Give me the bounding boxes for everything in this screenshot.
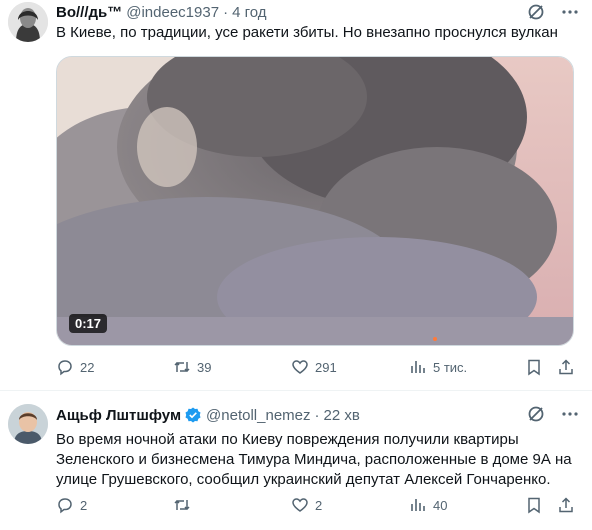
timestamp[interactable]: 22 хв (324, 407, 360, 424)
more-icon[interactable] (560, 404, 580, 424)
repost-count: 39 (197, 359, 212, 375)
avatar[interactable] (8, 2, 48, 42)
author-handle[interactable]: @netoll_nemez (206, 407, 310, 424)
top-actions (526, 2, 580, 22)
secondary-actions (525, 496, 575, 514)
separator: · (223, 3, 229, 21)
views-button[interactable]: 5 тис. (409, 358, 467, 376)
top-actions (526, 404, 580, 424)
share-icon[interactable] (557, 496, 575, 514)
separator: · (314, 406, 320, 424)
grok-icon[interactable] (526, 404, 546, 424)
action-bar: 2 2 40 (56, 496, 576, 516)
reply-button[interactable]: 2 (56, 496, 87, 514)
reply-count: 2 (80, 497, 88, 513)
repost-button[interactable] (173, 496, 197, 514)
share-icon[interactable] (557, 358, 575, 376)
like-count: 291 (315, 359, 337, 375)
views-count: 40 (433, 497, 448, 513)
more-icon[interactable] (560, 2, 580, 22)
heart-icon (292, 360, 308, 374)
repost-icon (174, 361, 190, 373)
views-button[interactable]: 40 (409, 496, 447, 514)
views-count: 5 тис. (433, 359, 468, 375)
secondary-actions (525, 358, 575, 376)
grok-icon[interactable] (526, 2, 546, 22)
video-duration: 0:17 (69, 314, 108, 333)
author-name[interactable]: Ащьф Лштшфум (56, 407, 181, 424)
tweet-header: Во///дь™ @indeec1937 · 4 год (56, 2, 266, 22)
avatar[interactable] (8, 404, 48, 444)
timestamp[interactable]: 4 год (232, 4, 266, 21)
views-icon (411, 499, 425, 511)
like-button[interactable]: 291 (291, 358, 337, 376)
bookmark-icon[interactable] (525, 496, 543, 514)
like-count: 2 (315, 497, 323, 513)
tweet-text: В Киеве, по традиции, усе ракети збиты. … (56, 24, 558, 41)
reply-icon (58, 360, 72, 376)
repost-button[interactable]: 39 (173, 358, 211, 376)
reply-icon (58, 498, 72, 514)
heart-icon (292, 498, 308, 512)
reply-button[interactable]: 22 (56, 358, 94, 376)
action-bar: 22 39 291 5 тис. (56, 358, 576, 378)
views-icon (411, 361, 425, 373)
author-name[interactable]: Во///дь™ (56, 4, 122, 21)
video-thumbnail (57, 57, 573, 345)
tweet-header: Ащьф Лштшфум @netoll_nemez · 22 хв (56, 405, 360, 425)
repost-icon (174, 499, 190, 511)
tweet[interactable]: Ащьф Лштшфум @netoll_nemez · 22 хв Во вр… (0, 392, 592, 530)
tweet-text: Во время ночной атаки по Киеву поврежден… (56, 431, 572, 488)
verified-badge-icon (184, 406, 202, 424)
video-player[interactable]: 0:17 (56, 56, 574, 346)
reply-count: 22 (80, 359, 95, 375)
author-handle[interactable]: @indeec1937 (126, 4, 219, 21)
tweet[interactable]: Во///дь™ @indeec1937 · 4 год В Киеве, по… (0, 0, 592, 391)
like-button[interactable]: 2 (291, 496, 322, 514)
bookmark-icon[interactable] (525, 358, 543, 376)
